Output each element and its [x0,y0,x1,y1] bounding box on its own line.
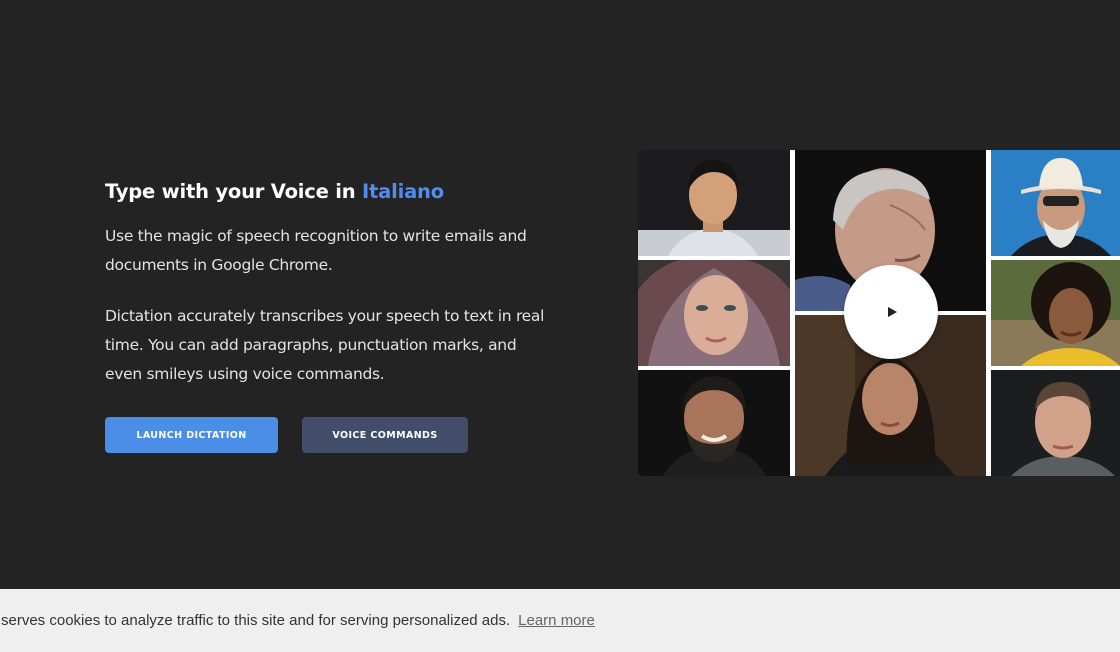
learn-more-link[interactable]: Learn more [518,612,595,629]
hero-title: Type with your Voice in Italiano [105,176,545,208]
launch-dictation-button[interactable]: LAUNCH DICTATION [105,417,278,453]
hero-paragraph-details: Dictation accurately transcribes your sp… [105,307,545,383]
portrait-man-short-hair [991,370,1120,476]
hero-title-language: Italiano [362,180,444,203]
voice-commands-button[interactable]: VOICE COMMANDS [302,417,468,453]
play-icon [888,307,897,317]
cookie-message: serves cookies to analyze traffic to thi… [1,612,511,629]
portrait-man-cowboy-hat [991,150,1120,256]
hero-text: Type with your Voice in Italiano Use the… [105,176,545,411]
hero-paragraph-intro: Use the magic of speech recognition to w… [105,227,527,274]
portrait-smiling-bearded-man [638,370,790,476]
play-button[interactable] [844,265,938,359]
hero-title-prefix: Type with your Voice in [105,180,362,203]
portrait-woman-headscarf [638,260,790,366]
cookie-banner: serves cookies to analyze traffic to thi… [0,589,1120,652]
portrait-woman-curly-hair [991,260,1120,366]
portrait-young-man [638,150,790,256]
page: Type with your Voice in Italiano Use the… [0,0,1120,652]
hero-buttons: LAUNCH DICTATION VOICE COMMANDS [105,417,468,453]
